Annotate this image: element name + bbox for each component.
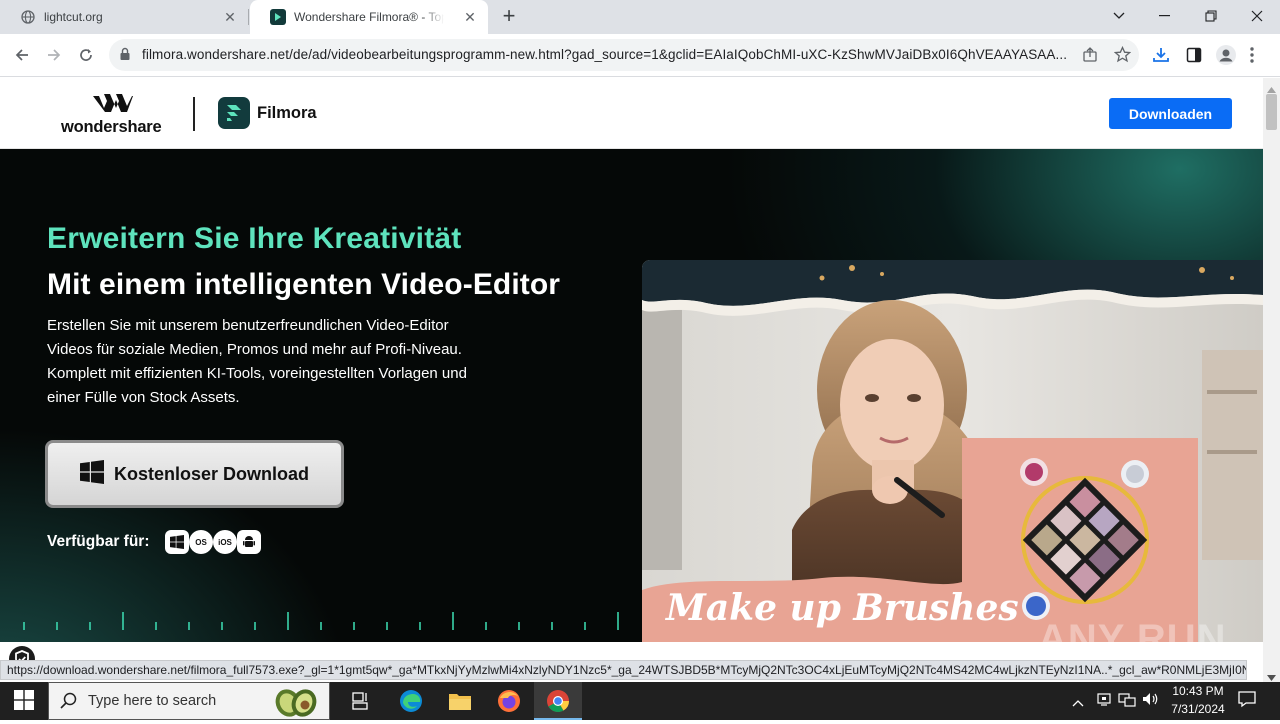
tab-search-icon[interactable] [1096, 0, 1142, 32]
clock-date[interactable]: 7/31/2024 [1166, 702, 1230, 716]
filmora-logo-icon[interactable] [218, 97, 250, 134]
waveform-tick [155, 622, 157, 630]
waveform-tick [122, 612, 124, 630]
chrome-icon[interactable] [543, 686, 573, 716]
network-icon[interactable] [1118, 691, 1136, 712]
tab-title: Wondershare Filmora® - Top Vi [294, 10, 444, 24]
close-tab-icon[interactable]: ✕ [462, 9, 478, 25]
waveform-tick [584, 622, 586, 630]
waveform-tick [89, 622, 91, 630]
windows-logo-icon [79, 459, 104, 489]
hero-video[interactable]: Make up Brushes [642, 260, 1263, 642]
header-download-button[interactable]: Downloaden [1109, 98, 1232, 129]
waveform-tick [56, 622, 58, 630]
header-divider [193, 97, 195, 131]
firefox-icon[interactable] [494, 686, 524, 716]
minimize-button[interactable] [1142, 0, 1188, 32]
tab-separator [248, 9, 249, 25]
filmora-wordmark[interactable]: Filmora [257, 104, 317, 123]
task-view-icon[interactable] [345, 686, 375, 716]
waveform-tick [452, 612, 454, 630]
hero-paragraph-line: einer Fülle von Stock Assets. [47, 389, 240, 406]
ios-platform-icon[interactable]: iOS [213, 530, 237, 554]
reload-button[interactable] [72, 41, 100, 69]
search-icon [60, 692, 77, 714]
hero-headline-accent: Erweitern Sie Ihre Kreativität [47, 222, 462, 255]
available-for-label: Verfügbar für: [47, 533, 150, 550]
anyrun-watermark: ANY RUN [1038, 617, 1227, 661]
video-frame-illustration: Make up Brushes [642, 260, 1263, 642]
file-explorer-icon[interactable] [445, 686, 475, 716]
windows-platform-icon[interactable] [165, 530, 189, 554]
close-tab-icon[interactable]: ✕ [222, 9, 238, 25]
waveform-tick [23, 622, 25, 630]
waveform-tick [188, 622, 190, 630]
tab-filmora[interactable]: Wondershare Filmora® - Top Vi ✕ [250, 0, 488, 34]
waveform-tick [386, 622, 388, 630]
video-caption: Make up Brushes [664, 587, 1019, 629]
site-header [0, 78, 1263, 149]
hero-paragraph-line: Komplett mit effizienten KI-Tools, vorei… [47, 365, 467, 382]
waveform-tick [551, 622, 553, 630]
forward-button[interactable] [40, 41, 68, 69]
tab-lightcut[interactable]: lightcut.org ✕ [0, 0, 248, 34]
back-button[interactable] [8, 41, 36, 69]
link-status-bar: https://download.wondershare.net/filmora… [0, 660, 1247, 680]
url-text[interactable]: filmora.wondershare.net/de/ad/videobearb… [142, 47, 1072, 62]
clock-time[interactable]: 10:43 PM [1170, 684, 1226, 698]
wondershare-wordmark[interactable]: wondershare [61, 118, 162, 137]
macos-platform-icon[interactable]: OS [189, 530, 213, 554]
edge-browser-icon[interactable] [396, 686, 426, 716]
downloads-icon[interactable] [1152, 46, 1170, 69]
android-platform-icon[interactable] [237, 530, 261, 554]
scrollbar-thumb[interactable] [1266, 94, 1277, 130]
new-tab-button[interactable]: + [498, 5, 520, 28]
filmora-favicon-icon [270, 9, 286, 25]
tray-chevron-icon[interactable] [1072, 694, 1084, 712]
waveform-tick [221, 622, 223, 630]
volume-icon[interactable] [1142, 691, 1160, 712]
search-placeholder: Type here to search [88, 693, 217, 709]
tray-device-icon[interactable] [1096, 691, 1112, 712]
bookmark-star-icon[interactable] [1113, 45, 1132, 68]
waveform-decoration [23, 612, 652, 630]
waveform-tick [353, 622, 355, 630]
start-windows-icon[interactable] [14, 690, 34, 715]
profile-avatar-icon[interactable] [1215, 44, 1237, 71]
free-download-label: Kostenloser Download [113, 463, 310, 484]
avocado-highlight-icon [270, 683, 322, 724]
side-panel-icon[interactable] [1186, 47, 1202, 68]
waveform-tick [254, 622, 256, 630]
free-download-button[interactable]: Kostenloser Download [45, 440, 344, 508]
share-icon[interactable] [1082, 47, 1098, 68]
hero-paragraph-line: Erstellen Sie mit unserem benutzerfreund… [47, 317, 449, 334]
waveform-tick [485, 622, 487, 630]
notifications-icon[interactable] [1238, 690, 1256, 713]
close-window-button[interactable] [1234, 0, 1280, 32]
tab-title: lightcut.org [44, 10, 103, 24]
hero-headline: Mit einem intelligenten Video-Editor [47, 268, 561, 301]
waveform-tick [320, 622, 322, 630]
menu-kebab-icon[interactable] [1250, 46, 1254, 69]
waveform-tick [518, 622, 520, 630]
lock-icon[interactable] [119, 47, 131, 66]
vertical-scrollbar[interactable] [1263, 78, 1280, 682]
waveform-tick [617, 612, 619, 630]
globe-icon [20, 9, 36, 25]
restore-button[interactable] [1188, 0, 1234, 32]
waveform-tick [419, 622, 421, 630]
hero-paragraph-line: Videos für soziale Medien, Promos und me… [47, 341, 462, 358]
wondershare-logo-icon[interactable] [93, 94, 133, 119]
waveform-tick [287, 612, 289, 630]
